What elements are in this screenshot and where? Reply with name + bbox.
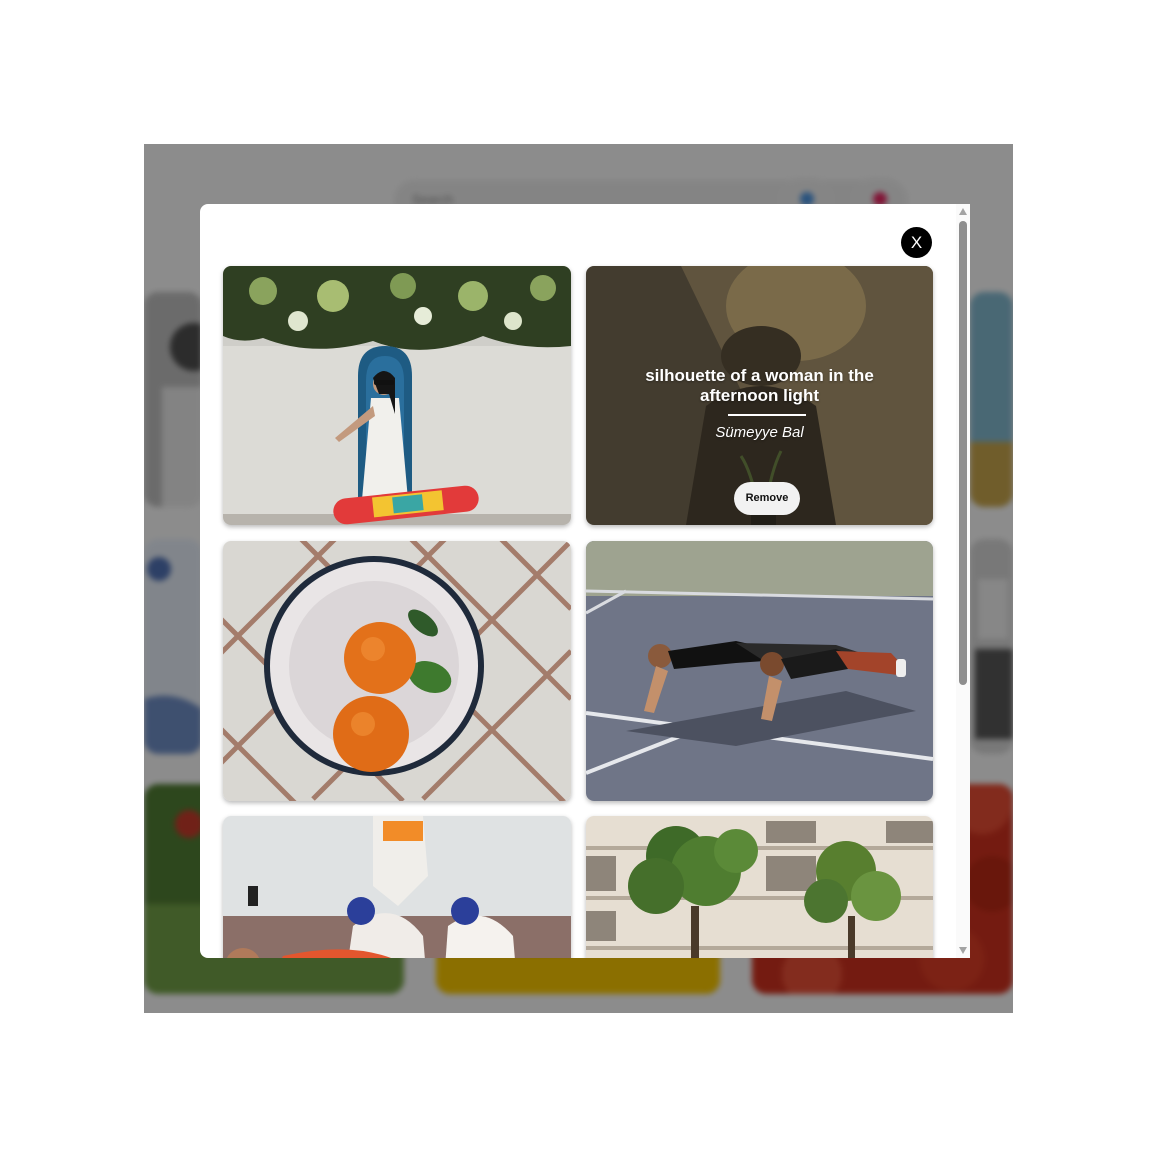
close-button[interactable]: X [901,227,932,258]
title-divider [728,414,806,416]
close-icon: X [910,232,923,252]
modal-scroll-area[interactable]: X silhouette of a woman in the afternoon… [200,204,956,958]
photo-tangerines-bowl [223,541,571,801]
image-card-tangerines-bowl[interactable] [223,541,571,801]
favorites-modal: X silhouette of a woman in the afternoon… [200,204,970,958]
image-card-building-trees[interactable] [586,816,933,958]
modal-scrollbar[interactable] [956,204,970,958]
photo-building-trees [586,816,933,958]
image-card-women-plank[interactable] [586,541,933,801]
image-hover-overlay: silhouette of a woman in the afternoon l… [586,266,933,525]
scrollbar-thumb[interactable] [959,221,967,685]
photo-festival-horses [223,816,571,958]
image-card-skateboard-woman[interactable] [223,266,571,525]
image-author: Sümeyye Bal [715,424,804,441]
photo-women-plank [586,541,933,801]
image-title: silhouette of a woman in the afternoon l… [645,366,874,405]
image-card-silhouette[interactable]: silhouette of a woman in the afternoon l… [586,266,933,525]
scroll-down-arrow-icon[interactable] [959,947,967,954]
scroll-up-arrow-icon[interactable] [959,208,967,215]
image-card-festival-horses[interactable] [223,816,571,958]
remove-button[interactable]: Remove [734,482,800,515]
photo-skateboard-woman [223,266,571,525]
